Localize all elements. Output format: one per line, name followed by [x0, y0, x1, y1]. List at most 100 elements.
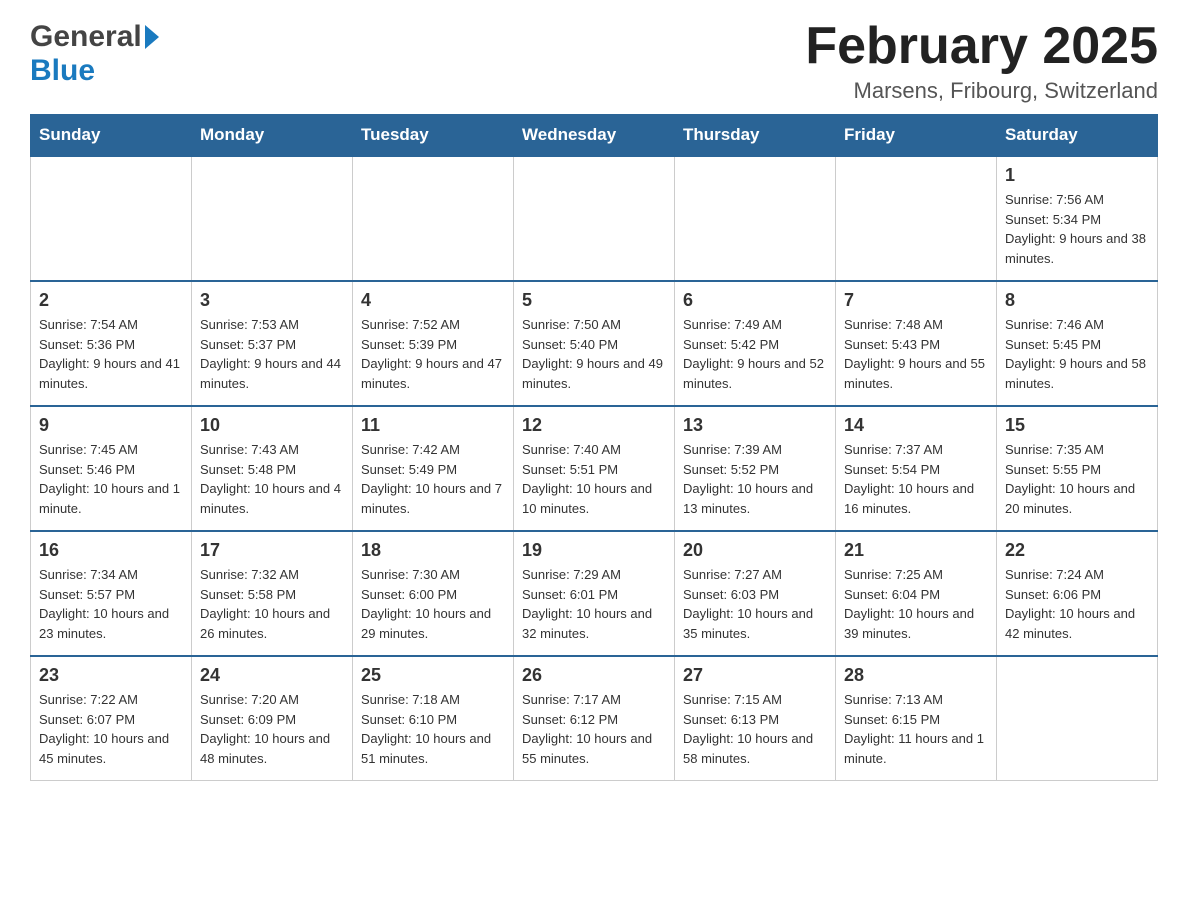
day-info: Sunrise: 7:39 AMSunset: 5:52 PMDaylight:…: [683, 440, 827, 518]
day-info: Sunrise: 7:15 AMSunset: 6:13 PMDaylight:…: [683, 690, 827, 768]
title-section: February 2025 Marsens, Fribourg, Switzer…: [805, 20, 1158, 104]
calendar-day-cell: 10 Sunrise: 7:43 AMSunset: 5:48 PMDayligh…: [192, 406, 353, 531]
day-number: 7: [844, 290, 988, 311]
day-number: 27: [683, 665, 827, 686]
day-number: 24: [200, 665, 344, 686]
calendar-day-cell: [353, 156, 514, 281]
day-info: Sunrise: 7:35 AMSunset: 5:55 PMDaylight:…: [1005, 440, 1149, 518]
day-number: 5: [522, 290, 666, 311]
calendar-day-cell: 27 Sunrise: 7:15 AMSunset: 6:13 PMDayligh…: [675, 656, 836, 781]
calendar-day-cell: [192, 156, 353, 281]
day-info: Sunrise: 7:37 AMSunset: 5:54 PMDaylight:…: [844, 440, 988, 518]
day-info: Sunrise: 7:20 AMSunset: 6:09 PMDaylight:…: [200, 690, 344, 768]
day-info: Sunrise: 7:54 AMSunset: 5:36 PMDaylight:…: [39, 315, 183, 393]
day-info: Sunrise: 7:50 AMSunset: 5:40 PMDaylight:…: [522, 315, 666, 393]
calendar-day-cell: [514, 156, 675, 281]
day-number: 16: [39, 540, 183, 561]
logo-triangle-icon: [145, 25, 159, 49]
day-number: 18: [361, 540, 505, 561]
day-info: Sunrise: 7:46 AMSunset: 5:45 PMDaylight:…: [1005, 315, 1149, 393]
calendar-day-cell: 28 Sunrise: 7:13 AMSunset: 6:15 PMDayligh…: [836, 656, 997, 781]
calendar-day-cell: 19 Sunrise: 7:29 AMSunset: 6:01 PMDayligh…: [514, 531, 675, 656]
calendar-table: SundayMondayTuesdayWednesdayThursdayFrid…: [30, 114, 1158, 781]
calendar-day-cell: 20Sunrise: 7:27 AMSunset: 6:03 PMDayligh…: [675, 531, 836, 656]
day-info: Sunrise: 7:29 AMSunset: 6:01 PMDaylight:…: [522, 565, 666, 643]
calendar-day-cell: 22 Sunrise: 7:24 AMSunset: 6:06 PMDayligh…: [997, 531, 1158, 656]
day-info: Sunrise: 7:42 AMSunset: 5:49 PMDaylight:…: [361, 440, 505, 518]
calendar-day-cell: 11 Sunrise: 7:42 AMSunset: 5:49 PMDayligh…: [353, 406, 514, 531]
calendar-day-cell: 13 Sunrise: 7:39 AMSunset: 5:52 PMDayligh…: [675, 406, 836, 531]
calendar-week-row: 9 Sunrise: 7:45 AMSunset: 5:46 PMDaylight…: [31, 406, 1158, 531]
day-info: Sunrise: 7:52 AMSunset: 5:39 PMDaylight:…: [361, 315, 505, 393]
day-info: Sunrise: 7:40 AMSunset: 5:51 PMDaylight:…: [522, 440, 666, 518]
day-number: 22: [1005, 540, 1149, 561]
day-number: 9: [39, 415, 183, 436]
logo-general-text: General: [30, 20, 142, 54]
day-number: 10: [200, 415, 344, 436]
calendar-day-cell: 16 Sunrise: 7:34 AMSunset: 5:57 PMDayligh…: [31, 531, 192, 656]
page-header: General Blue February 2025 Marsens, Frib…: [30, 20, 1158, 104]
calendar-day-cell: [31, 156, 192, 281]
day-number: 14: [844, 415, 988, 436]
calendar-day-cell: 21Sunrise: 7:25 AMSunset: 6:04 PMDayligh…: [836, 531, 997, 656]
day-info: Sunrise: 7:18 AMSunset: 6:10 PMDaylight:…: [361, 690, 505, 768]
calendar-day-cell: 1 Sunrise: 7:56 AMSunset: 5:34 PMDaylight…: [997, 156, 1158, 281]
calendar-day-cell: 15 Sunrise: 7:35 AMSunset: 5:55 PMDayligh…: [997, 406, 1158, 531]
day-number: 21: [844, 540, 988, 561]
calendar-day-cell: 9 Sunrise: 7:45 AMSunset: 5:46 PMDaylight…: [31, 406, 192, 531]
calendar-day-cell: 7 Sunrise: 7:48 AMSunset: 5:43 PMDaylight…: [836, 281, 997, 406]
calendar-day-cell: 24 Sunrise: 7:20 AMSunset: 6:09 PMDayligh…: [192, 656, 353, 781]
day-number: 25: [361, 665, 505, 686]
day-info: Sunrise: 7:53 AMSunset: 5:37 PMDaylight:…: [200, 315, 344, 393]
day-info: Sunrise: 7:43 AMSunset: 5:48 PMDaylight:…: [200, 440, 344, 518]
day-info: Sunrise: 7:13 AMSunset: 6:15 PMDaylight:…: [844, 690, 988, 768]
day-number: 13: [683, 415, 827, 436]
day-info: Sunrise: 7:48 AMSunset: 5:43 PMDaylight:…: [844, 315, 988, 393]
calendar-day-cell: 4 Sunrise: 7:52 AMSunset: 5:39 PMDaylight…: [353, 281, 514, 406]
calendar-day-header: Tuesday: [353, 115, 514, 157]
day-number: 28: [844, 665, 988, 686]
calendar-day-cell: 18 Sunrise: 7:30 AMSunset: 6:00 PMDayligh…: [353, 531, 514, 656]
day-number: 2: [39, 290, 183, 311]
day-info: Sunrise: 7:30 AMSunset: 6:00 PMDaylight:…: [361, 565, 505, 643]
logo-blue-text: Blue: [30, 54, 95, 88]
day-number: 1: [1005, 165, 1149, 186]
calendar-day-cell: 17Sunrise: 7:32 AMSunset: 5:58 PMDayligh…: [192, 531, 353, 656]
day-number: 11: [361, 415, 505, 436]
calendar-day-header: Saturday: [997, 115, 1158, 157]
day-number: 12: [522, 415, 666, 436]
day-number: 8: [1005, 290, 1149, 311]
day-info: Sunrise: 7:24 AMSunset: 6:06 PMDaylight:…: [1005, 565, 1149, 643]
location-subtitle: Marsens, Fribourg, Switzerland: [805, 78, 1158, 104]
day-number: 20: [683, 540, 827, 561]
calendar-week-row: 16 Sunrise: 7:34 AMSunset: 5:57 PMDayligh…: [31, 531, 1158, 656]
calendar-day-cell: 23Sunrise: 7:22 AMSunset: 6:07 PMDayligh…: [31, 656, 192, 781]
day-info: Sunrise: 7:45 AMSunset: 5:46 PMDaylight:…: [39, 440, 183, 518]
day-info: Sunrise: 7:32 AMSunset: 5:58 PMDaylight:…: [200, 565, 344, 643]
logo: General Blue: [30, 20, 159, 88]
month-year-title: February 2025: [805, 20, 1158, 72]
day-info: Sunrise: 7:56 AMSunset: 5:34 PMDaylight:…: [1005, 190, 1149, 268]
calendar-day-cell: 12 Sunrise: 7:40 AMSunset: 5:51 PMDayligh…: [514, 406, 675, 531]
calendar-day-cell: 8 Sunrise: 7:46 AMSunset: 5:45 PMDaylight…: [997, 281, 1158, 406]
calendar-day-header: Thursday: [675, 115, 836, 157]
calendar-day-cell: 25 Sunrise: 7:18 AMSunset: 6:10 PMDayligh…: [353, 656, 514, 781]
day-info: Sunrise: 7:22 AMSunset: 6:07 PMDaylight:…: [39, 690, 183, 768]
day-info: Sunrise: 7:34 AMSunset: 5:57 PMDaylight:…: [39, 565, 183, 643]
calendar-day-cell: 14 Sunrise: 7:37 AMSunset: 5:54 PMDayligh…: [836, 406, 997, 531]
calendar-day-header: Monday: [192, 115, 353, 157]
calendar-day-cell: [836, 156, 997, 281]
calendar-day-header: Sunday: [31, 115, 192, 157]
day-number: 4: [361, 290, 505, 311]
day-number: 15: [1005, 415, 1149, 436]
calendar-day-cell: 5 Sunrise: 7:50 AMSunset: 5:40 PMDaylight…: [514, 281, 675, 406]
calendar-day-cell: [675, 156, 836, 281]
calendar-week-row: 1 Sunrise: 7:56 AMSunset: 5:34 PMDaylight…: [31, 156, 1158, 281]
day-number: 19: [522, 540, 666, 561]
calendar-day-header: Friday: [836, 115, 997, 157]
day-info: Sunrise: 7:49 AMSunset: 5:42 PMDaylight:…: [683, 315, 827, 393]
calendar-day-cell: 6Sunrise: 7:49 AMSunset: 5:42 PMDaylight…: [675, 281, 836, 406]
day-info: Sunrise: 7:17 AMSunset: 6:12 PMDaylight:…: [522, 690, 666, 768]
calendar-week-row: 23Sunrise: 7:22 AMSunset: 6:07 PMDayligh…: [31, 656, 1158, 781]
calendar-day-cell: 3Sunrise: 7:53 AMSunset: 5:37 PMDaylight…: [192, 281, 353, 406]
